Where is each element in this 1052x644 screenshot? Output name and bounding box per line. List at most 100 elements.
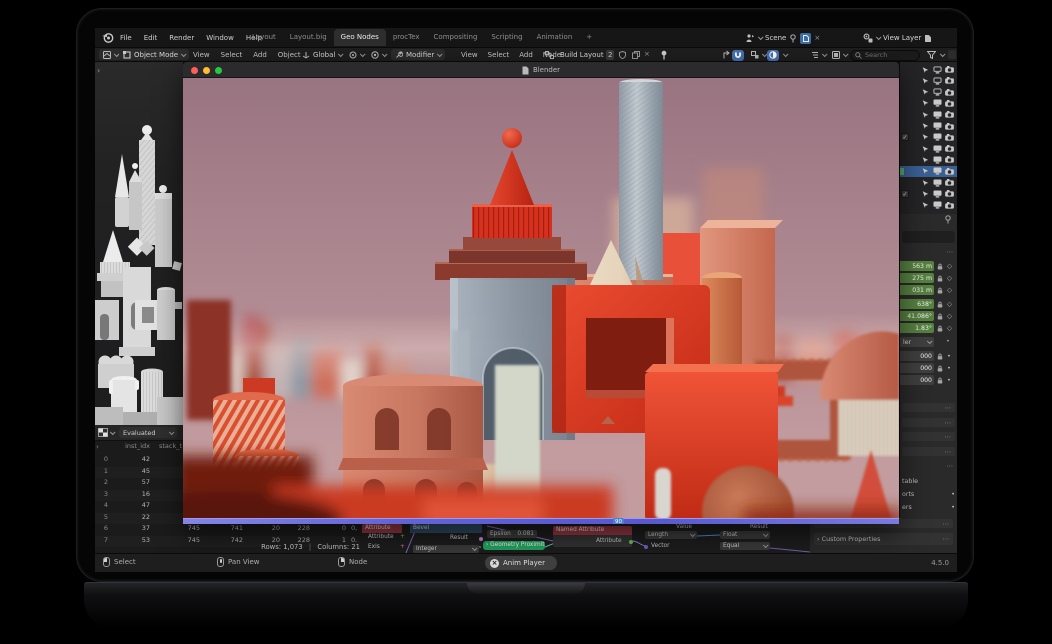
outliner-checkbox[interactable]: ✓ [901,190,909,198]
selectability-arrow-icon[interactable] [922,167,929,175]
fake-user-shield-icon[interactable] [619,51,626,61]
lock-icon[interactable] [937,263,943,270]
scene-selector[interactable]: Scene × [745,31,820,45]
snap-toggle[interactable] [732,50,744,61]
chevron-down-icon[interactable] [783,51,789,57]
disable-render-icon[interactable] [945,134,954,141]
attribute-node-header[interactable]: Attribute [362,524,402,533]
collapsed-panel-4[interactable]: ⋯ [902,447,955,456]
lock-icon[interactable] [937,313,943,320]
copy-node-group-icon[interactable] [632,51,640,61]
disable-render-icon[interactable] [945,202,954,209]
outliner-row[interactable]: ✓ [900,132,957,143]
disable-render-icon[interactable] [945,156,954,163]
selectability-arrow-icon[interactable] [922,88,929,96]
disable-render-icon[interactable] [945,89,954,96]
viewport-3d-strip[interactable]: › [95,62,183,425]
outliner-row[interactable] [900,177,957,188]
selectability-arrow-icon[interactable] [922,179,929,187]
visibility-panel-menu[interactable]: ⋯ [947,462,955,470]
pin-id-icon[interactable] [944,215,952,226]
equal-operation-dropdown[interactable]: Equal [720,542,770,550]
location-x-field[interactable]: 563 m [900,261,934,271]
hide-viewport-icon[interactable] [933,66,942,74]
lock-icon[interactable] [937,301,943,308]
modifier-dropdown[interactable]: Modifier [391,49,445,60]
render-result-window[interactable]: Blender [183,62,899,524]
disable-render-icon[interactable] [945,123,954,130]
lock-icon[interactable] [937,377,943,384]
node-group-users-count[interactable]: 2 [606,50,614,60]
vector-input-socket[interactable] [644,545,648,549]
visibility-row[interactable]: ers• [902,504,955,511]
disable-render-icon[interactable] [945,100,954,107]
unlink-scene-button[interactable]: × [814,34,820,42]
selectability-arrow-icon[interactable] [922,77,929,85]
new-scene-button[interactable] [800,33,811,44]
visibility-dot[interactable]: • [951,504,955,511]
outliner-filter-mode-dropdown[interactable] [828,49,851,60]
selectability-arrow-icon[interactable] [922,122,929,130]
custom-properties-panel[interactable]: › Custom Properties ⋯ [814,533,953,545]
viewport-expand-arrow[interactable]: › [97,66,100,75]
lock-icon[interactable] [937,353,943,360]
transform-panel-menu[interactable]: ⋯ [947,248,955,256]
disable-render-icon[interactable] [945,77,954,84]
outliner-row[interactable] [900,200,957,211]
bevel-node-header[interactable]: Bevel [410,524,482,533]
disable-render-icon[interactable] [945,190,954,197]
exists-socket-plus[interactable]: + [400,544,405,550]
new-layer-icon[interactable] [924,34,932,43]
outliner-checkbox[interactable]: ✓ [901,133,909,141]
hide-viewport-icon[interactable] [933,179,942,187]
collapsed-panel-1[interactable]: ⋯ [902,403,955,412]
node-group-name[interactable]: Build Layout [560,51,604,59]
keyframe-marker[interactable]: ◇ [947,274,952,282]
node-menu-view[interactable]: View [461,51,478,59]
pin-icon[interactable] [660,50,668,62]
hide-viewport-icon[interactable] [933,77,942,85]
lock-icon[interactable] [937,325,943,332]
table-row[interactable]: 6377457412022800, [95,524,360,536]
viewport-menu-add[interactable]: Add [253,51,267,59]
lock-icon[interactable] [937,365,943,372]
rotation-x-field[interactable]: 638° [900,299,934,309]
keyframe-marker[interactable]: • [947,376,951,384]
mode-dropdown[interactable]: Object Mode [119,49,189,60]
keyframe-marker[interactable]: ◇ [947,324,952,332]
collapsed-panel-2[interactable]: ⋯ [902,418,955,427]
close-node-group-icon[interactable]: × [644,50,650,58]
object-name-field[interactable] [902,231,955,243]
menu-render[interactable]: Render [169,34,194,42]
selectability-arrow-icon[interactable] [922,190,929,198]
disable-render-icon[interactable] [945,111,954,118]
viewport-menu-select[interactable]: Select [221,51,243,59]
outliner-row[interactable] [900,109,957,120]
scale-x-field[interactable]: 000 [900,351,934,361]
named-attribute-node-header[interactable]: Named Attribute [553,526,632,535]
tab-layout-big[interactable]: Layout.big [283,29,334,46]
frame-indicator[interactable]: 90 [613,518,624,524]
location-y-field[interactable]: 275 m [900,273,934,283]
tab-animation[interactable]: Animation [530,29,580,46]
keyframe-marker[interactable]: ◇ [947,262,952,270]
outliner-row[interactable]: ✓ [900,188,957,199]
outliner-row[interactable] [900,166,957,177]
filter-extra-icon[interactable] [948,50,956,59]
keyframe-marker[interactable]: • [947,352,951,360]
lock-icon[interactable] [937,287,943,294]
keyframe-marker[interactable]: ◇ [947,312,952,320]
geometry-proximity-node[interactable]: › Geometry Proximity [483,541,545,550]
visibility-row[interactable]: orts• [902,491,955,498]
rotation-z-field[interactable]: 1.83° [900,323,934,333]
outliner-row[interactable] [900,121,957,132]
scale-y-field[interactable]: 000 [900,363,934,373]
view-layer-selector[interactable]: View Layer [863,31,932,45]
hide-viewport-icon[interactable] [933,167,942,175]
tab-proctex[interactable]: procTex [386,29,427,46]
chevron-down-icon[interactable] [940,51,946,57]
proportional-falloff-toggle[interactable] [767,50,779,61]
keyframe-marker[interactable]: ◇ [947,286,952,294]
tab-compositing[interactable]: Compositing [427,29,485,46]
attribute-output-socket[interactable] [629,540,633,544]
